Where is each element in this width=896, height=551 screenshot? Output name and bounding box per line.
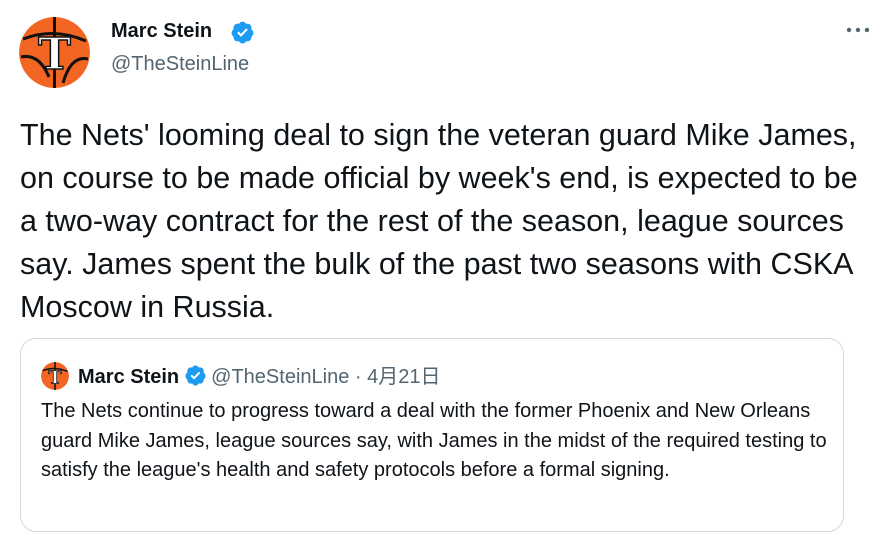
quoted-header: Marc Stein @TheSteinLine · 4月21日 <box>78 364 440 389</box>
verified-badge-icon <box>231 21 254 44</box>
quoted-date[interactable]: 4月21日 <box>367 366 440 388</box>
quoted-tweet-text: The Nets continue to progress toward a d… <box>41 400 827 481</box>
avatar[interactable]: T <box>19 17 90 88</box>
avatar-logo: T <box>41 362 69 390</box>
verified-badge-icon <box>185 365 206 386</box>
tweet-text: The Nets' looming deal to sign the veter… <box>20 118 858 324</box>
quoted-tweet[interactable]: T Marc Stein @TheSteinLine · 4月21日 The N… <box>20 338 844 532</box>
avatar-logo: T <box>19 17 90 88</box>
quoted-separator: · <box>349 366 368 388</box>
author-display-name[interactable]: Marc Stein <box>111 20 212 43</box>
quoted-handle: @TheSteinLine <box>211 366 350 388</box>
svg-text:T: T <box>38 29 71 80</box>
svg-text:T: T <box>48 367 62 388</box>
more-options-icon[interactable] <box>843 18 873 42</box>
author-handle[interactable]: @TheSteinLine <box>111 53 249 76</box>
quoted-avatar: T <box>41 362 69 390</box>
quoted-display-name: Marc Stein <box>78 366 180 388</box>
